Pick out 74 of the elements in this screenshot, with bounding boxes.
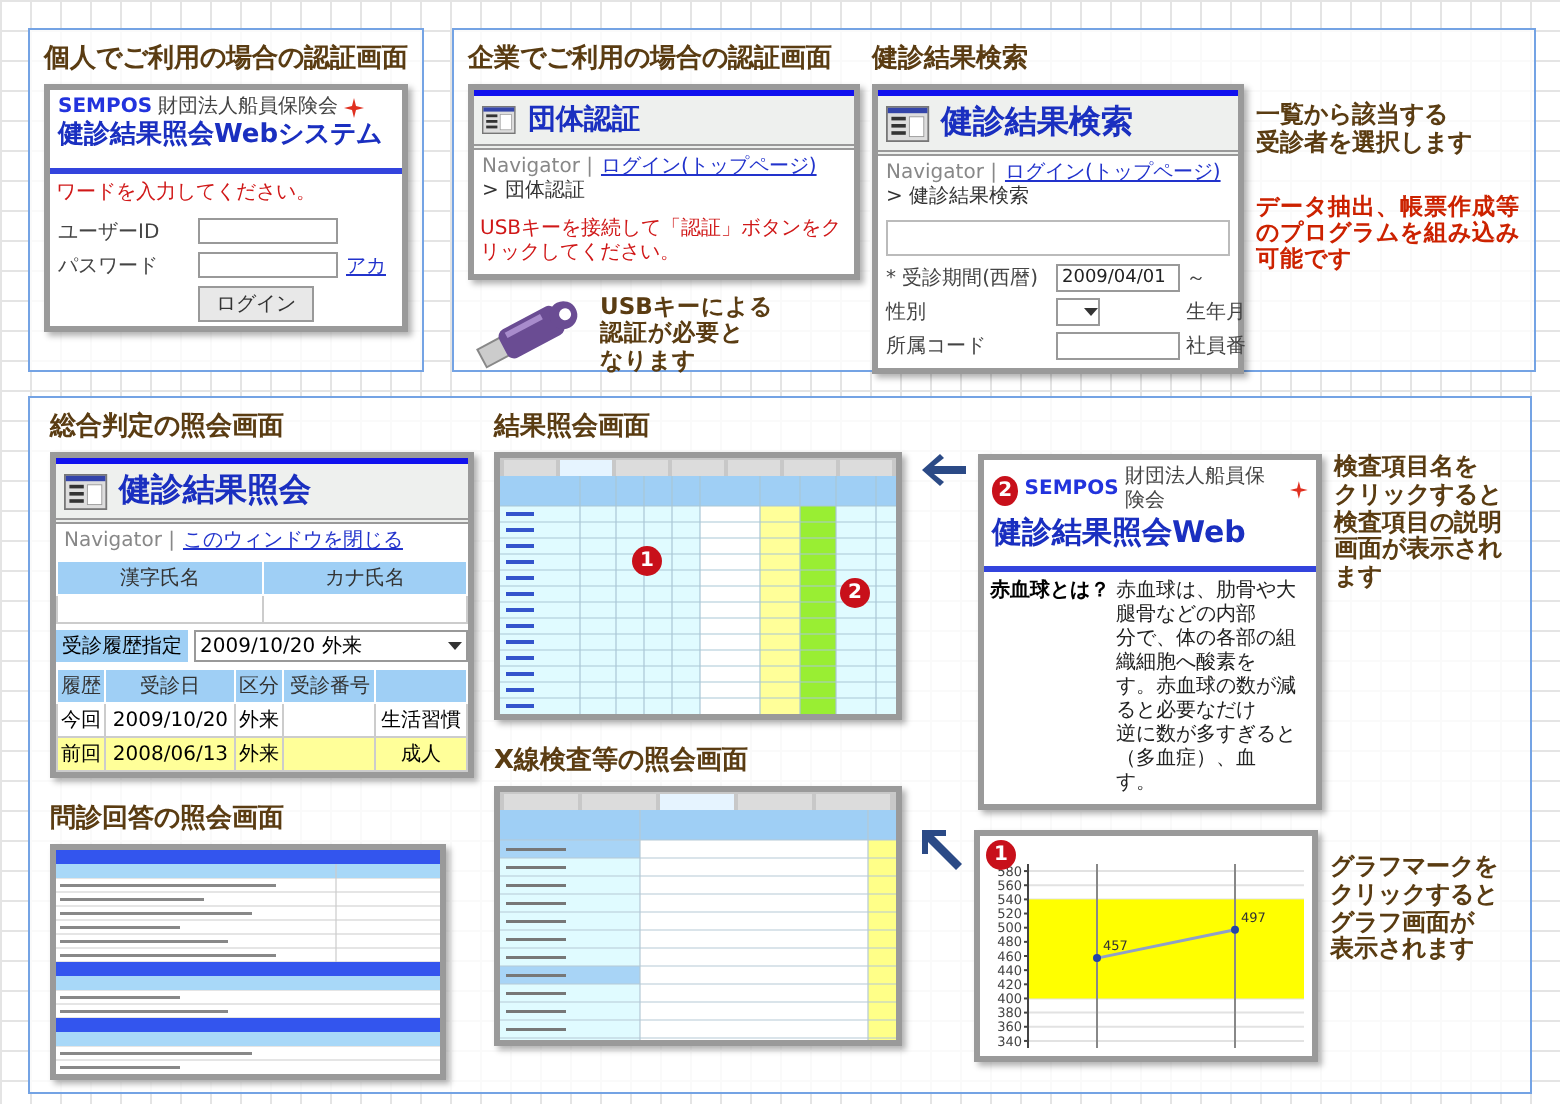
section-title: 問診回答の照会画面: [50, 802, 286, 836]
feature-note: データ抽出、帳票作成等 のプログラムを組み込み 可能です: [1256, 193, 1520, 273]
page-heading: 健診結果検索: [941, 102, 1134, 144]
section-title: 総合判定の照会画面: [50, 410, 286, 444]
window-icon: [482, 106, 516, 134]
definition-term: 赤血球とは？: [990, 580, 1110, 606]
star-icon: [1290, 480, 1308, 500]
error-message: ワードを入力してください。: [54, 179, 318, 208]
organization-name: 財団法人船員保険会: [158, 96, 339, 120]
page-heading: 団体認証: [527, 102, 640, 138]
column-header: 漢字氏名: [57, 561, 262, 595]
window-icon: [886, 105, 930, 141]
input-field[interactable]: 2009/04/01: [1056, 264, 1180, 292]
window-icon: [64, 473, 108, 509]
field-label: パスワード: [58, 253, 160, 280]
input-field[interactable]: [198, 252, 338, 279]
definition-text: 赤血球は、肋骨や大腿骨などの内部 分で、体の各部の組織細胞へ酸素を す。赤血球の数が減ると必要なだけ 逆に数が多すぎると（多血症）、血 す。: [1116, 580, 1298, 796]
table-cell: [283, 737, 376, 771]
star-icon: [344, 98, 365, 118]
table-cell: 外来: [234, 737, 284, 771]
table-cell: 成人: [375, 737, 467, 771]
organization-name: 財団法人船員保険会: [1124, 466, 1267, 514]
section-title: 企業でご利用の場合の認証画面: [468, 42, 834, 76]
section-title: X線検査等の照会画面: [494, 744, 751, 778]
column-header: カナ氏名: [262, 561, 467, 595]
page-heading: 健診結果照会: [119, 470, 312, 512]
navigator-label: Navigator |: [482, 156, 593, 179]
column-header: 受診番号: [283, 669, 376, 703]
system-title: 健診結果照会Web: [989, 514, 1248, 550]
input-field[interactable]: [1056, 332, 1180, 360]
usb-caption: USBキーによる 認証が必要と なります: [600, 294, 773, 374]
field-label: ユーザーID: [58, 219, 162, 246]
data-point: [1093, 954, 1101, 963]
search-caption: 一覧から該当する 受診者を選択します: [1256, 102, 1474, 158]
field-label: 所属コード: [886, 333, 988, 360]
login-button[interactable]: ログイン: [198, 285, 314, 322]
breadcrumb-link[interactable]: ログイン(トップページ): [600, 156, 817, 180]
select-field[interactable]: [1056, 298, 1100, 326]
graph-caption: グラフマークを クリックすると グラフ画面が 表示されます: [1330, 850, 1498, 965]
arrow-up-left-icon: [922, 830, 962, 870]
caret-icon: [1084, 306, 1098, 318]
data-point: [1231, 925, 1239, 934]
column-header: 区分: [234, 669, 284, 703]
field-label: 社員番: [1186, 333, 1246, 360]
breadcrumb-current: > 健診結果検索: [886, 186, 1030, 210]
caret-icon: [448, 640, 462, 652]
instruction-message: USBキーを接続して「認証」ボタンをクリックしてください。: [478, 215, 844, 268]
table-cell: 前回: [57, 737, 106, 771]
system-title: 健診結果照会Webシステム: [55, 120, 384, 152]
breadcrumb-current: > 団体認証: [482, 180, 586, 204]
detail-caption: 検査項目名を クリックすると 検査項目の説明 画面が表示され ます: [1334, 454, 1502, 592]
arrow-left-icon: [922, 454, 966, 486]
history-select[interactable]: 2009/10/20 外来: [194, 630, 468, 662]
section-title: 健診結果検索: [872, 42, 1030, 76]
field-label: 生年月: [1186, 299, 1246, 326]
table-cell: 2008/06/13: [105, 737, 235, 771]
navigator-label: Navigator |: [64, 530, 175, 554]
number-badge: 2: [992, 475, 1019, 505]
section-title: 個人でご利用の場合の認証画面: [44, 42, 408, 76]
brand-text: SEMPOS: [1024, 478, 1119, 502]
field-label: 性別: [886, 299, 928, 326]
line-series: [1096, 928, 1236, 960]
breadcrumb-link[interactable]: このウィンドウを閉じる: [182, 530, 403, 554]
field-label: 受診履歴指定: [56, 630, 188, 662]
input-field[interactable]: [198, 218, 338, 245]
navigator-label: Navigator |: [886, 162, 997, 185]
brand-text: SEMPOS: [58, 96, 153, 120]
account-link[interactable]: アカ: [346, 251, 394, 280]
section-title: 結果照会画面: [494, 410, 652, 444]
column-header: 受診日: [105, 669, 235, 703]
field-label: * 受診期間(西暦): [886, 265, 1040, 292]
breadcrumb-link[interactable]: ログイン(トップページ): [1004, 162, 1221, 186]
field-label: ～: [1186, 266, 1208, 292]
column-header: 履歴: [57, 669, 106, 703]
